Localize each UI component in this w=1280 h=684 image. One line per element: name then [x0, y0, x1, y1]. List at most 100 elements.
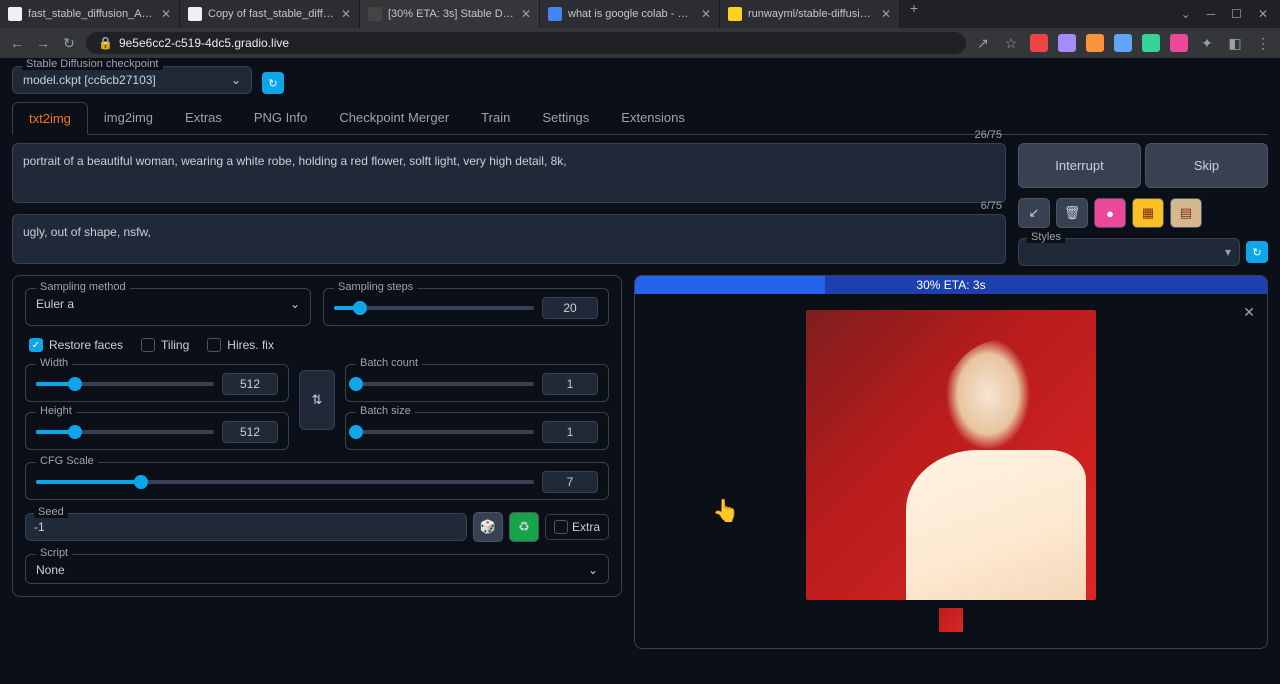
extension-icon[interactable]	[1058, 34, 1076, 52]
tab-close-icon[interactable]: ✕	[881, 7, 891, 21]
swap-icon: ⇅	[312, 392, 323, 408]
window-maximize-icon[interactable]: ☐	[1231, 7, 1242, 21]
extension-icon[interactable]	[1086, 34, 1104, 52]
extension-icon[interactable]	[1142, 34, 1160, 52]
checkpoint-refresh-button[interactable]: ↻	[262, 72, 284, 94]
skip-button[interactable]: Skip	[1145, 143, 1268, 188]
tab-favicon	[188, 7, 202, 21]
seed-input[interactable]: Seed -1	[25, 513, 467, 541]
url-input[interactable]: 🔒 9e5e6cc2-c519-4dc5.gradio.live	[86, 32, 966, 54]
cfg-value[interactable]: 7	[542, 471, 598, 493]
toolbar-icons: ↗ ☆ ✦ ◧ ⋮	[974, 34, 1272, 52]
browser-tab[interactable]: what is google colab - Google ✕	[540, 0, 720, 28]
browser-tab-strip: fast_stable_diffusion_AUTOMA✕ Copy of fa…	[0, 0, 1280, 28]
sampling-method-group: Sampling method Euler a ⌄	[25, 288, 311, 326]
sidepanel-icon[interactable]: ◧	[1226, 35, 1244, 52]
styles-select[interactable]: Styles ▾	[1018, 238, 1240, 266]
chevron-down-icon: ⌄	[588, 563, 598, 577]
neg-prompt-token-count: 6/75	[981, 200, 1002, 212]
url-text: 9e5e6cc2-c519-4dc5.gradio.live	[119, 36, 289, 50]
tab-close-icon[interactable]: ✕	[521, 7, 531, 21]
generated-image[interactable]	[806, 310, 1096, 600]
refresh-icon: ↻	[1252, 246, 1261, 259]
sampling-steps-slider[interactable]	[334, 306, 534, 310]
sampling-steps-label: Sampling steps	[334, 281, 417, 293]
new-tab-button[interactable]: +	[900, 0, 928, 28]
seed-reuse-button[interactable]: ♻	[509, 512, 539, 542]
nav-reload-icon[interactable]: ↻	[60, 35, 78, 52]
address-bar: ← → ↻ 🔒 9e5e6cc2-c519-4dc5.gradio.live ↗…	[0, 28, 1280, 58]
neg-prompt-input[interactable]	[12, 214, 1006, 264]
seed-extra-checkbox[interactable]: Extra	[545, 514, 609, 540]
extension-icon[interactable]	[1114, 34, 1132, 52]
window-chevron-icon[interactable]: ⌄	[1181, 7, 1191, 21]
nav-forward-icon[interactable]: →	[34, 35, 52, 51]
browser-tab[interactable]: runwayml/stable-diffusion-v1✕	[720, 0, 900, 28]
height-value[interactable]: 512	[222, 421, 278, 443]
save-style-button[interactable]: ▦	[1132, 198, 1164, 228]
browser-tab-active[interactable]: [30% ETA: 3s] Stable Diffusion✕	[360, 0, 540, 28]
extensions-menu-icon[interactable]: ✦	[1198, 35, 1216, 52]
seed-random-button[interactable]: 🎲	[473, 512, 503, 542]
clear-prompt-button[interactable]: 🗑	[1056, 198, 1088, 228]
swap-dims-button[interactable]: ⇅	[299, 370, 335, 430]
window-minimize-icon[interactable]: ─	[1207, 7, 1216, 21]
tab-title: what is google colab - Google	[568, 8, 695, 20]
sampling-steps-value[interactable]: 20	[542, 297, 598, 319]
extension-icon[interactable]	[1170, 34, 1188, 52]
batch-size-label: Batch size	[356, 405, 415, 417]
restore-faces-checkbox[interactable]: ✓Restore faces	[29, 338, 123, 352]
dot-icon: ●	[1106, 206, 1114, 221]
script-select[interactable]: None ⌄	[36, 563, 598, 577]
menu-icon[interactable]: ⋮	[1254, 35, 1272, 52]
batch-size-slider[interactable]	[356, 430, 534, 434]
batch-count-slider[interactable]	[356, 382, 534, 386]
tab-extras[interactable]: Extras	[169, 102, 238, 134]
share-icon[interactable]: ↗	[974, 35, 992, 52]
height-slider[interactable]	[36, 430, 214, 434]
neg-prompt-wrapper: 6/75	[12, 214, 1006, 267]
tab-favicon	[8, 7, 22, 21]
width-slider[interactable]	[36, 382, 214, 386]
tab-txt2img[interactable]: txt2img	[12, 102, 88, 135]
tiling-checkbox[interactable]: Tiling	[141, 338, 189, 352]
apply-style-button[interactable]: ▤	[1170, 198, 1202, 228]
tab-extensions[interactable]: Extensions	[605, 102, 701, 134]
hires-fix-checkbox[interactable]: Hires. fix	[207, 338, 274, 352]
width-value[interactable]: 512	[222, 373, 278, 395]
styles-apply-button[interactable]: ↻	[1246, 241, 1268, 263]
cfg-slider[interactable]	[36, 480, 534, 484]
browser-tab[interactable]: Copy of fast_stable_diffusion✕	[180, 0, 360, 28]
tab-settings[interactable]: Settings	[526, 102, 605, 134]
tab-close-icon[interactable]: ✕	[701, 7, 711, 21]
tab-checkpoint-merger[interactable]: Checkpoint Merger	[323, 102, 465, 134]
tab-png-info[interactable]: PNG Info	[238, 102, 323, 134]
checkpoint-select[interactable]: model.ckpt [cc6cb27103] ⌄	[12, 66, 252, 94]
tab-img2img[interactable]: img2img	[88, 102, 169, 134]
tab-train[interactable]: Train	[465, 102, 526, 134]
batch-count-value[interactable]: 1	[542, 373, 598, 395]
prompt-input[interactable]	[12, 143, 1006, 203]
checkbox-icon	[207, 338, 221, 352]
sampling-method-select[interactable]: Euler a ⌄	[36, 297, 300, 311]
bookmark-icon[interactable]: ☆	[1002, 35, 1020, 52]
extra-networks-button[interactable]: ●	[1094, 198, 1126, 228]
quick-actions: ↙ 🗑 ● ▦ ▤	[1018, 198, 1268, 228]
seed-label: Seed	[34, 506, 68, 518]
browser-tab[interactable]: fast_stable_diffusion_AUTOMA✕	[0, 0, 180, 28]
nav-back-icon[interactable]: ←	[8, 35, 26, 51]
cfg-group: CFG Scale 7	[25, 462, 609, 500]
extension-icon[interactable]	[1030, 34, 1048, 52]
interrupt-button[interactable]: Interrupt	[1018, 143, 1141, 188]
dimensions-grid: Width 512 Height 512 ⇅ Batch count 1	[25, 364, 609, 450]
sampling-steps-group: Sampling steps 20	[323, 288, 609, 326]
window-close-icon[interactable]: ✕	[1258, 7, 1268, 21]
tab-favicon	[368, 7, 382, 21]
close-preview-button[interactable]: ✕	[1243, 304, 1255, 321]
batch-size-value[interactable]: 1	[542, 421, 598, 443]
image-thumbnail[interactable]	[939, 608, 963, 632]
tab-close-icon[interactable]: ✕	[161, 7, 171, 21]
width-label: Width	[36, 357, 72, 369]
read-params-button[interactable]: ↙	[1018, 198, 1050, 228]
tab-close-icon[interactable]: ✕	[341, 7, 351, 21]
